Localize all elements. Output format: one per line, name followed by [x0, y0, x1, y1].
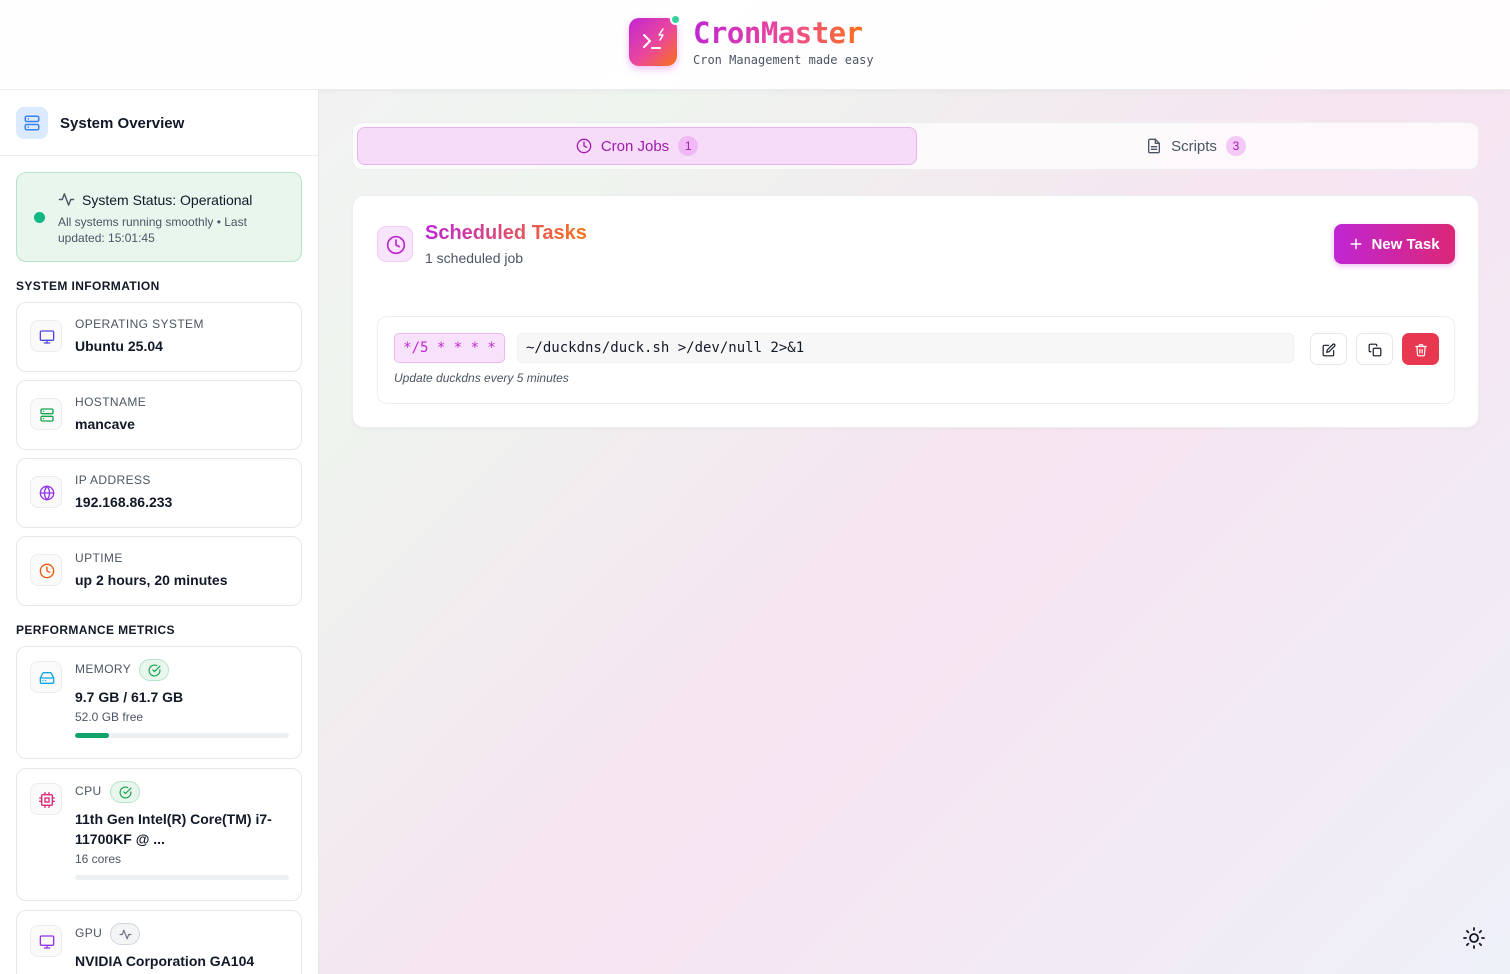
metric-label: GPU	[75, 926, 103, 940]
server-icon	[30, 398, 62, 430]
info-label: UPTIME	[75, 551, 123, 565]
info-value: up 2 hours, 20 minutes	[75, 572, 228, 588]
cron-description: Update duckdns every 5 minutes	[394, 371, 569, 385]
activity-icon	[119, 929, 132, 940]
panel-title: Scheduled Tasks	[425, 222, 587, 244]
info-value: mancave	[75, 416, 135, 432]
info-label: HOSTNAME	[75, 395, 147, 409]
tab-label: Cron Jobs	[600, 137, 670, 155]
edit-icon	[1322, 343, 1336, 357]
info-card-ip: IP ADDRESS 192.168.86.233	[16, 458, 302, 528]
status-ok-badge	[139, 659, 169, 681]
info-card-uptime: UPTIME up 2 hours, 20 minutes	[16, 536, 302, 606]
metric-value: NVIDIA Corporation GA104	[75, 953, 255, 969]
trash-icon	[1415, 344, 1427, 357]
cpu-usage-bar	[75, 875, 289, 880]
scheduled-tasks-panel: Scheduled Tasks 1 scheduled job New Task…	[352, 195, 1479, 428]
metric-card-memory: MEMORY 9.7 GB / 61.7 GB 52.0 GB free	[16, 646, 302, 759]
app-logo	[629, 18, 677, 66]
info-label: IP ADDRESS	[75, 473, 151, 487]
app-subtitle: Cron Management made easy	[693, 53, 874, 67]
memory-usage-bar	[75, 733, 289, 738]
tab-scripts[interactable]: Scripts 3	[916, 127, 1476, 165]
clock-icon	[377, 226, 413, 262]
check-circle-icon	[119, 786, 132, 799]
metric-value: 11th Gen Intel(R) Core(TM) i7-11700KF @ …	[75, 811, 272, 847]
new-task-label: New Task	[1371, 235, 1440, 253]
metric-sub: 52.0 GB free	[75, 710, 144, 724]
cron-job-row: */5 * * * * ~/duckdns/duck.sh >/dev/null…	[377, 316, 1455, 404]
memory-usage-fill	[75, 733, 109, 738]
clock-icon	[30, 554, 62, 586]
clock-icon	[576, 138, 592, 154]
edit-job-button[interactable]	[1310, 333, 1347, 365]
metric-value: 9.7 GB / 61.7 GB	[75, 689, 184, 705]
info-card-os: OPERATING SYSTEM Ubuntu 25.04	[16, 302, 302, 372]
info-label: OPERATING SYSTEM	[75, 317, 204, 331]
system-status-card: System Status: Operational All systems r…	[16, 172, 302, 262]
metric-label: MEMORY	[75, 662, 132, 676]
tab-label: Scripts	[1171, 137, 1217, 155]
new-task-button[interactable]: New Task	[1334, 224, 1455, 264]
tab-cron-jobs[interactable]: Cron Jobs 1	[357, 127, 917, 165]
sun-icon	[1463, 927, 1485, 949]
theme-toggle-button[interactable]	[1462, 926, 1486, 950]
metric-card-cpu: CPU 11th Gen Intel(R) Core(TM) i7-11700K…	[16, 768, 302, 901]
system-info-heading: SYSTEM INFORMATION	[16, 279, 160, 293]
hard-drive-icon	[30, 661, 62, 693]
panel-subtitle: 1 scheduled job	[425, 250, 524, 266]
tab-count-badge: 3	[1225, 136, 1246, 156]
info-value: 192.168.86.233	[75, 494, 173, 510]
duplicate-job-button[interactable]	[1356, 333, 1393, 365]
app-title: CronMaster	[693, 16, 863, 50]
activity-icon	[58, 193, 75, 206]
monitor-icon	[30, 320, 62, 352]
status-neutral-badge	[110, 923, 140, 945]
sidebar-title: System Overview	[60, 115, 185, 132]
sidebar-header: System Overview	[0, 90, 318, 156]
monitor-icon	[30, 925, 62, 957]
metric-label: CPU	[75, 784, 102, 798]
check-circle-icon	[148, 664, 161, 677]
online-indicator	[670, 14, 681, 25]
cron-command[interactable]: ~/duckdns/duck.sh >/dev/null 2>&1	[517, 333, 1294, 363]
metric-card-gpu: GPU NVIDIA Corporation GA104	[16, 910, 302, 974]
server-icon	[16, 107, 48, 139]
status-subtitle: All systems running smoothly • Last upda…	[58, 215, 247, 245]
info-card-hostname: HOSTNAME mancave	[16, 380, 302, 450]
copy-icon	[1368, 343, 1382, 357]
info-value: Ubuntu 25.04	[75, 338, 163, 354]
globe-icon	[30, 476, 62, 508]
tab-count-badge: 1	[678, 136, 699, 156]
sidebar: System Overview System Status: Operation…	[0, 90, 319, 974]
app-header: CronMaster Cron Management made easy	[0, 0, 1510, 90]
performance-heading: PERFORMANCE METRICS	[16, 623, 175, 637]
cpu-icon	[30, 783, 62, 815]
status-indicator	[34, 212, 45, 223]
metric-sub: 16 cores	[75, 852, 122, 866]
plus-icon	[1351, 238, 1362, 250]
cron-schedule[interactable]: */5 * * * *	[394, 333, 505, 363]
status-ok-badge	[110, 781, 140, 803]
status-title: System Status: Operational	[82, 192, 253, 208]
delete-job-button[interactable]	[1402, 333, 1439, 365]
file-text-icon	[1148, 138, 1161, 154]
main-tabs: Cron Jobs 1 Scripts 3	[352, 122, 1479, 170]
terminal-icon	[643, 28, 664, 49]
